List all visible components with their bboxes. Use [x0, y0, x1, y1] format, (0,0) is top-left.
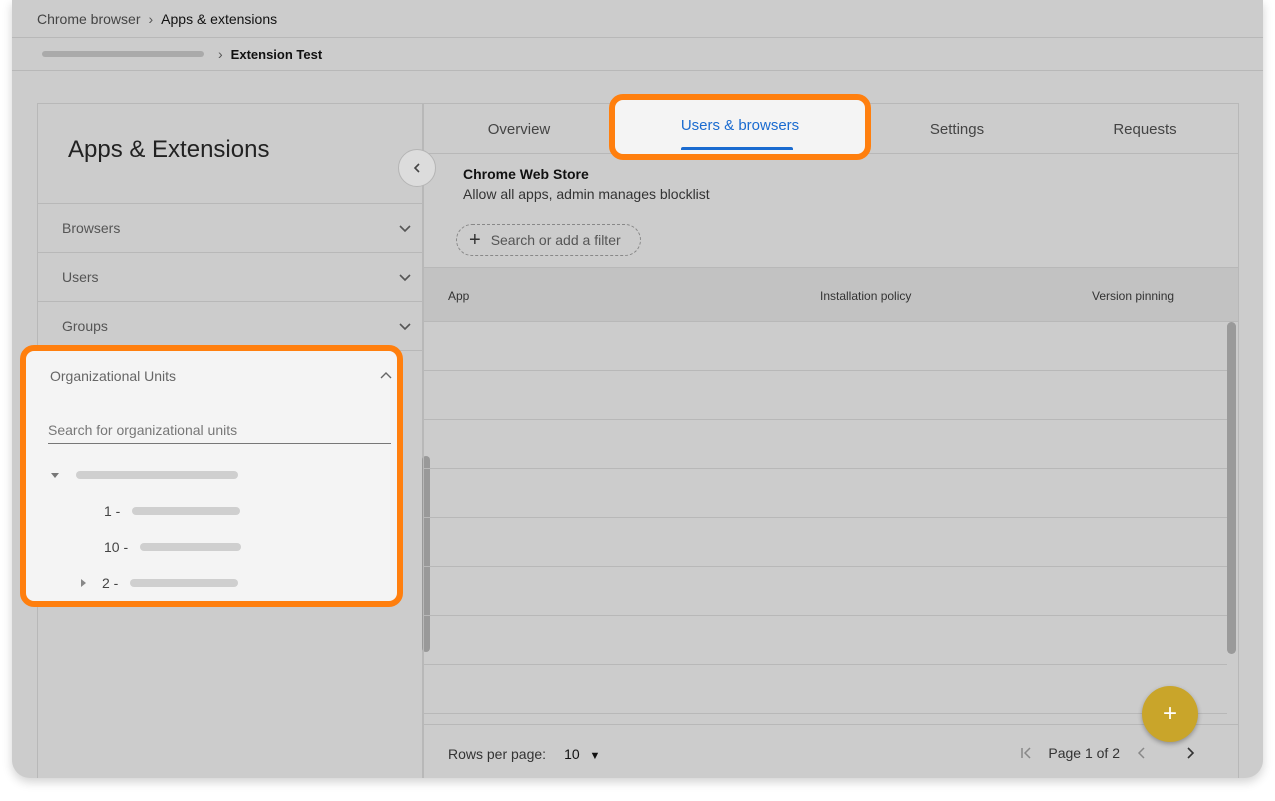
tree-node-name-placeholder	[130, 579, 239, 587]
tab-settings[interactable]: Settings	[862, 104, 1052, 154]
tree-node-prefix: 1 -	[104, 503, 121, 519]
table-row[interactable]	[424, 615, 1227, 616]
store-policy: Chrome Web Store Allow all apps, admin m…	[424, 154, 1238, 202]
sub-breadcrumb: › Extension Test	[12, 38, 1263, 71]
tree-node-prefix: 2 -	[102, 575, 119, 591]
tab-overview[interactable]: Overview	[424, 104, 614, 154]
tree-node-name-placeholder	[132, 507, 241, 515]
tab-requests[interactable]: Requests	[1050, 104, 1240, 154]
rows-per-page-label: Rows per page:	[448, 746, 547, 762]
table-row[interactable]	[424, 664, 1227, 665]
tree-node-prefix: 10 -	[104, 539, 129, 555]
org-units-section: Organizational Units Search for organiza…	[20, 345, 403, 607]
table-row[interactable]	[424, 517, 1227, 518]
rows-per-page: Rows per page: 10 ▼	[448, 746, 600, 762]
first-page-icon[interactable]	[1018, 745, 1034, 761]
left-panel-title: Apps & Extensions	[38, 104, 422, 204]
chevron-up-icon	[379, 369, 393, 383]
table-row[interactable]	[424, 468, 1227, 469]
table-header: App Installation policy Version pinning	[424, 267, 1238, 322]
accordion-org-units[interactable]: Organizational Units	[26, 351, 397, 384]
accordion-label: Users	[62, 269, 99, 285]
column-header-version-pinning[interactable]: Version pinning	[1092, 289, 1174, 303]
accordion-label: Groups	[62, 318, 108, 334]
filter-chip[interactable]: + Search or add a filter	[456, 224, 641, 256]
tree-node-2[interactable]: 2 -	[78, 575, 239, 591]
filter-label: Search or add a filter	[490, 232, 621, 248]
table-footer: Rows per page: 10 ▼ Page 1 of 2	[424, 724, 1238, 778]
search-placeholder: Search for organizational units	[48, 422, 238, 438]
breadcrumb-separator-icon: ›	[218, 46, 223, 62]
accordion-browsers[interactable]: Browsers	[38, 204, 422, 253]
tree-node-1[interactable]: 1 -	[104, 503, 241, 519]
accordion-groups[interactable]: Groups	[38, 302, 422, 351]
caret-down-icon: ▼	[589, 750, 601, 762]
page-indicator: Page 1 of 2	[1048, 745, 1120, 761]
accordion-label: Organizational Units	[50, 368, 177, 384]
tree-node-name-placeholder	[76, 471, 238, 479]
chevron-down-icon	[398, 221, 412, 235]
triangle-down-icon[interactable]	[50, 470, 60, 480]
tree-node-10[interactable]: 10 -	[104, 539, 242, 555]
add-app-button[interactable]: +	[1142, 686, 1198, 742]
previous-page-icon[interactable]	[1134, 745, 1150, 761]
sub-breadcrumb-current: Extension Test	[230, 46, 323, 62]
table-row[interactable]	[424, 370, 1227, 371]
column-header-app[interactable]: App	[448, 289, 469, 303]
tab-label: Users & browsers	[680, 116, 800, 134]
breadcrumb: Chrome browser › Apps & extensions	[12, 0, 1263, 38]
breadcrumb-root-link[interactable]: Chrome browser	[37, 11, 140, 27]
plus-icon: +	[1162, 700, 1177, 727]
table-row[interactable]	[424, 419, 1227, 420]
accordion-users[interactable]: Users	[38, 253, 422, 302]
tree-node-root[interactable]	[50, 470, 238, 480]
right-panel: Overview Settings Requests Chrome Web St…	[423, 103, 1239, 778]
collapse-panel-button[interactable]	[398, 149, 436, 187]
tab-label: Settings	[929, 120, 985, 138]
rows-per-page-select[interactable]: 10 ▼	[564, 746, 600, 762]
pagination: Page 1 of 2	[1018, 745, 1198, 761]
plus-icon: +	[469, 229, 481, 251]
chevron-down-icon	[398, 319, 412, 333]
store-subtitle: Allow all apps, admin manages blocklist	[463, 186, 710, 202]
active-tab-indicator	[681, 147, 793, 150]
breadcrumb-placeholder[interactable]	[42, 51, 204, 57]
breadcrumb-separator-icon: ›	[148, 10, 154, 27]
tab-users-and-browsers[interactable]: Users & browsers	[609, 94, 871, 160]
breadcrumb-current: Apps & extensions	[161, 10, 278, 27]
table-scrollbar[interactable]	[1227, 322, 1236, 654]
next-page-icon[interactable]	[1182, 745, 1198, 761]
accordion-label: Browsers	[62, 220, 121, 236]
chevron-down-icon	[398, 270, 412, 284]
rows-per-page-value: 10	[564, 746, 580, 762]
tab-label: Requests	[1113, 120, 1177, 138]
tree-node-name-placeholder	[140, 543, 242, 551]
chevron-left-icon	[413, 163, 420, 173]
tab-label: Overview	[487, 120, 551, 138]
table-row[interactable]	[424, 713, 1227, 714]
store-title: Chrome Web Store	[463, 166, 589, 182]
triangle-right-icon[interactable]	[78, 578, 88, 588]
column-header-installation-policy[interactable]: Installation policy	[820, 289, 911, 303]
org-units-search-input[interactable]: Search for organizational units	[48, 420, 391, 444]
table-row[interactable]	[424, 566, 1227, 567]
